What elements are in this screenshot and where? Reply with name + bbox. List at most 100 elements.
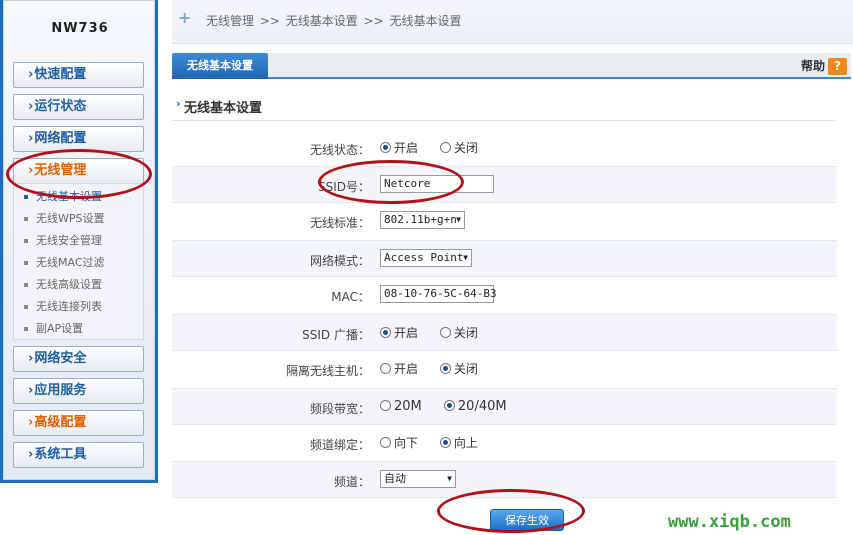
submenu-label: 无线安全管理: [36, 234, 102, 247]
sidebar: NW736 ›快速配置 ›运行状态 ›网络配置 ›无线管理 无线基本设置 无线W…: [0, 0, 158, 483]
option-label: 关闭: [453, 326, 478, 340]
radio-icon: [439, 327, 451, 338]
menu-quick-config[interactable]: ›快速配置: [13, 62, 144, 88]
select-value: 802.11b+g+n: [384, 213, 457, 226]
option-label: 开启: [394, 326, 419, 340]
wireless-standard-select[interactable]: 802.11b+g+n ▼: [380, 211, 465, 229]
router-admin-page: NW736 ›快速配置 ›运行状态 ›网络配置 ›无线管理 无线基本设置 无线W…: [0, 0, 853, 535]
radio-broadcast-on[interactable]: 开启: [380, 323, 418, 343]
row-bandwidth: 频段带宽： 20M 20/40M: [172, 388, 837, 425]
menu-label: 运行状态: [34, 99, 87, 114]
mode-field-wrap: Access Point ▼: [380, 249, 472, 269]
menu-network-config[interactable]: ›网络配置: [13, 126, 144, 152]
chevron-right-icon: ›: [28, 163, 34, 178]
wireless-status-radios: 开启 关闭: [380, 138, 496, 158]
radio-broadcast-off[interactable]: 关闭: [439, 323, 478, 343]
submenu-secondary-ap[interactable]: 副AP设置: [24, 319, 83, 339]
menu-wireless-management[interactable]: ›无线管理: [13, 158, 144, 184]
submenu-wireless-advanced[interactable]: 无线高级设置: [24, 275, 102, 295]
bullet-icon: [24, 217, 28, 221]
option-label: 开启: [394, 141, 419, 155]
submenu-wireless-security[interactable]: 无线安全管理: [24, 231, 102, 251]
breadcrumb: + 无线管理 >> 无线基本设置 >> 无线基本设置: [172, 0, 853, 44]
radio-icon: [439, 437, 451, 448]
field-label: 频段带宽：: [309, 402, 370, 416]
chevron-right-icon: ›: [28, 99, 34, 114]
menu-network-security[interactable]: ›网络安全: [13, 346, 144, 372]
tab-wireless-basic[interactable]: 无线基本设置: [172, 53, 268, 79]
save-button[interactable]: 保存生效: [490, 509, 564, 531]
row-network-mode: 网络模式： Access Point ▼: [172, 240, 837, 277]
plus-icon: +: [178, 8, 192, 27]
row-ssid: SSID号： Netcore: [172, 166, 837, 203]
dropdown-arrow-icon: ▼: [463, 253, 468, 262]
row-ssid-broadcast: SSID 广播： 开启 关闭: [172, 314, 837, 351]
radio-icon: [380, 142, 391, 153]
isolate-radios: 开启 关闭: [380, 359, 496, 379]
ssid-broadcast-radios: 开启 关闭: [380, 323, 496, 343]
bullet-icon: [24, 327, 28, 331]
radio-bandwidth-20-40[interactable]: 20/40M: [443, 397, 507, 417]
dropdown-arrow-icon: ▼: [447, 474, 452, 483]
submenu-label: 无线基本设置: [36, 190, 102, 203]
menu-advanced-config[interactable]: ›高级配置: [13, 410, 144, 436]
radio-wireless-on[interactable]: 开启: [380, 138, 418, 158]
field-label: 频道绑定：: [309, 438, 370, 452]
standard-field-wrap: 802.11b+g+n ▼: [380, 211, 465, 231]
bullet-icon: [24, 305, 28, 309]
row-isolate-hosts: 隔离无线主机： 开启 关闭: [172, 351, 837, 388]
help-label: 帮助: [800, 59, 825, 73]
menu-run-status[interactable]: ›运行状态: [13, 94, 144, 120]
chevron-right-icon: ›: [28, 383, 34, 398]
submenu-wireless-wps[interactable]: 无线WPS设置: [24, 209, 105, 229]
channel-field-wrap: 自动 ▼: [380, 470, 456, 490]
radio-icon: [443, 400, 455, 411]
submenu-label: 无线连接列表: [36, 300, 102, 313]
select-value: Access Point: [384, 251, 464, 264]
radio-bandwidth-20[interactable]: 20M: [380, 397, 422, 417]
channel-bind-radios: 向下 向上: [380, 433, 496, 453]
ssid-input[interactable]: Netcore: [380, 175, 494, 193]
watermark-text: www.xiqb.com: [668, 512, 791, 532]
mac-input[interactable]: 08-10-76-5C-64-B3: [380, 285, 497, 303]
radio-channel-up[interactable]: 向上: [439, 433, 478, 453]
option-label: 向下: [394, 436, 419, 450]
bandwidth-radios: 20M 20/40M: [380, 397, 525, 417]
field-label: MAC：: [331, 290, 370, 304]
submenu-wireless-mac-filter[interactable]: 无线MAC过滤: [24, 253, 105, 273]
section-title-text: 无线基本设置: [184, 101, 263, 116]
chevron-right-icon: ›: [176, 97, 181, 110]
radio-isolate-on[interactable]: 开启: [380, 359, 418, 379]
channel-select[interactable]: 自动 ▼: [380, 470, 456, 488]
radio-isolate-off[interactable]: 关闭: [439, 359, 478, 379]
menu-label: 快速配置: [34, 67, 87, 82]
radio-icon: [439, 142, 451, 153]
bullet-icon: [24, 283, 28, 287]
submenu-wireless-basic[interactable]: 无线基本设置: [24, 187, 102, 207]
row-channel-bind: 频道绑定： 向下 向上: [172, 425, 837, 462]
menu-system-tools[interactable]: ›系统工具: [13, 442, 144, 468]
submenu-wireless-clients[interactable]: 无线连接列表: [24, 297, 102, 317]
radio-icon: [439, 363, 451, 374]
radio-channel-down[interactable]: 向下: [380, 433, 418, 453]
select-value: 自动: [384, 472, 406, 485]
field-label: 隔离无线主机：: [285, 364, 370, 378]
chevron-right-icon: ›: [28, 415, 34, 430]
field-label: SSID 广播：: [302, 328, 370, 342]
option-label: 20/40M: [457, 399, 507, 414]
row-mac: MAC： 08-10-76-5C-64-B3: [172, 277, 837, 314]
radio-wireless-off[interactable]: 关闭: [439, 138, 478, 158]
menu-app-services[interactable]: ›应用服务: [13, 378, 144, 404]
field-label: 网络模式：: [309, 254, 370, 268]
breadcrumb-text: 无线管理 >> 无线基本设置 >> 无线基本设置: [206, 14, 462, 28]
chevron-right-icon: ›: [28, 67, 34, 82]
help-link[interactable]: 帮助?: [801, 57, 847, 75]
network-mode-select[interactable]: Access Point ▼: [380, 249, 472, 267]
menu-label: 网络配置: [34, 131, 87, 146]
mac-field-wrap: 08-10-76-5C-64-B3: [380, 285, 497, 305]
ssid-field-wrap: Netcore: [380, 175, 494, 195]
radio-icon: [380, 437, 391, 448]
option-label: 20M: [394, 399, 422, 414]
dropdown-arrow-icon: ▼: [456, 215, 461, 224]
chevron-right-icon: ›: [28, 447, 34, 462]
